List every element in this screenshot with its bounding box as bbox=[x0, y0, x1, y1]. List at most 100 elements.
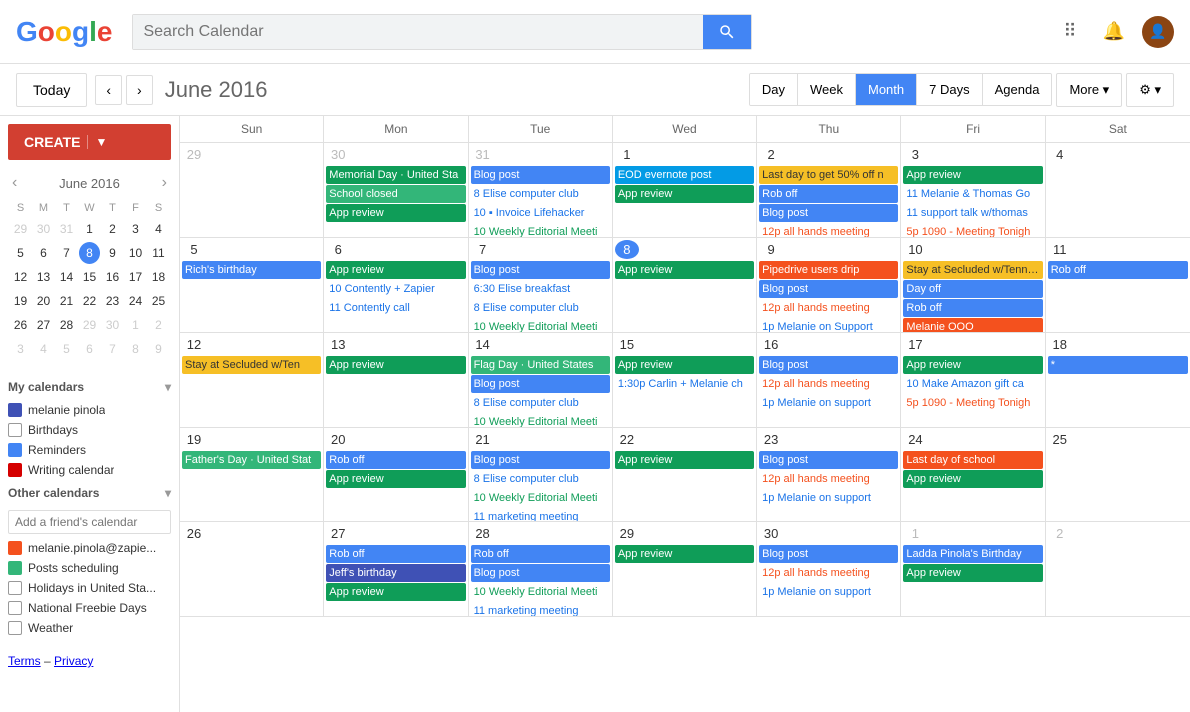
mini-cal-day[interactable]: 2 bbox=[102, 218, 123, 240]
mini-cal-day[interactable]: 25 bbox=[148, 290, 169, 312]
calendar-cell[interactable]: 29 bbox=[180, 143, 324, 238]
day-number[interactable]: 23 bbox=[759, 430, 783, 449]
calendar-event[interactable]: Jeff's birthday bbox=[326, 564, 465, 582]
day-number[interactable]: 24 bbox=[903, 430, 927, 449]
mini-cal-day[interactable]: 1 bbox=[125, 314, 146, 336]
calendar-checkbox[interactable] bbox=[8, 423, 22, 437]
calendar-cell[interactable]: 13App review bbox=[324, 333, 468, 428]
notification-icon[interactable]: 🔔 bbox=[1098, 16, 1130, 48]
mini-cal-day[interactable]: 14 bbox=[56, 266, 77, 288]
view-week[interactable]: Week bbox=[798, 74, 856, 105]
calendar-checkbox[interactable] bbox=[8, 581, 22, 595]
calendar-event[interactable]: Rob off bbox=[326, 545, 465, 563]
calendar-event[interactable]: Last day of school bbox=[903, 451, 1042, 469]
mini-cal-day[interactable]: 3 bbox=[10, 338, 31, 360]
day-number[interactable]: 20 bbox=[326, 430, 350, 449]
calendar-cell[interactable]: 5Rich's birthday bbox=[180, 238, 324, 333]
day-number[interactable]: 1 bbox=[615, 145, 639, 164]
calendar-event[interactable]: 10 Contently + Zapier bbox=[326, 280, 465, 298]
day-number[interactable]: 9 bbox=[759, 240, 783, 259]
calendar-event[interactable]: 8 Elise computer club bbox=[471, 470, 610, 488]
calendar-event[interactable]: Father's Day · United Stat bbox=[182, 451, 321, 469]
calendar-event[interactable]: 1p Melanie on Support bbox=[759, 318, 898, 333]
calendar-cell[interactable]: 26 bbox=[180, 522, 324, 617]
calendar-event[interactable]: Blog post bbox=[759, 545, 898, 563]
mini-cal-day[interactable]: 29 bbox=[10, 218, 31, 240]
calendar-event[interactable]: 10 Weekly Editorial Meeti bbox=[471, 583, 610, 601]
calendar-cell[interactable]: 2 bbox=[1046, 522, 1190, 617]
calendar-cell[interactable]: 2Last day to get 50% off nRob offBlog po… bbox=[757, 143, 901, 238]
calendar-event[interactable]: * bbox=[1048, 356, 1188, 374]
day-number[interactable]: 1 bbox=[903, 524, 927, 543]
calendar-cell[interactable]: 1EOD evernote postApp review bbox=[613, 143, 757, 238]
calendar-event[interactable]: 1p Melanie on support bbox=[759, 394, 898, 412]
mini-cal-day[interactable]: 28 bbox=[56, 314, 77, 336]
calendar-cell[interactable]: 12Stay at Secluded w/Ten bbox=[180, 333, 324, 428]
calendar-cell[interactable]: 18 * bbox=[1046, 333, 1190, 428]
mini-cal-day[interactable]: 9 bbox=[148, 338, 169, 360]
calendar-event[interactable]: Rob off bbox=[326, 451, 465, 469]
calendar-cell[interactable]: 6App review10 Contently + Zapier11 Conte… bbox=[324, 238, 468, 333]
calendar-event[interactable]: 10 ▪ Invoice Lifehacker bbox=[471, 204, 610, 222]
calendar-event[interactable]: 1p Melanie on support bbox=[759, 489, 898, 507]
day-number[interactable]: 17 bbox=[903, 335, 927, 354]
mini-cal-day[interactable]: 4 bbox=[33, 338, 54, 360]
day-number[interactable]: 18 bbox=[1048, 335, 1072, 354]
calendar-event[interactable]: 12p all hands meeting bbox=[759, 299, 898, 317]
calendar-cell[interactable]: 28Rob offBlog post10 Weekly Editorial Me… bbox=[469, 522, 613, 617]
day-number[interactable]: 30 bbox=[759, 524, 783, 543]
day-number[interactable]: 28 bbox=[471, 524, 495, 543]
day-number[interactable]: 4 bbox=[1048, 145, 1072, 164]
calendar-event[interactable]: 11 support talk w/thomas bbox=[903, 204, 1042, 222]
mini-cal-day[interactable]: 19 bbox=[10, 290, 31, 312]
other-calendar-item[interactable]: melanie.pinola@zapie... bbox=[8, 538, 171, 558]
calendar-cell[interactable]: 30Blog post12p all hands meeting1p Melan… bbox=[757, 522, 901, 617]
calendar-cell[interactable]: 24 Last day of schoolApp review bbox=[901, 428, 1045, 523]
calendar-event[interactable]: Blog post bbox=[471, 451, 610, 469]
calendar-cell[interactable]: 14Flag Day · United StatesBlog post8 Eli… bbox=[469, 333, 613, 428]
calendar-event[interactable]: Blog post bbox=[759, 204, 898, 222]
my-calendar-item[interactable]: Writing calendar bbox=[8, 460, 171, 480]
calendar-event[interactable]: Blog post bbox=[471, 261, 610, 279]
calendar-cell[interactable]: 25 bbox=[1046, 428, 1190, 523]
calendar-event[interactable]: Blog post bbox=[471, 564, 610, 582]
calendar-event[interactable]: Blog post bbox=[759, 451, 898, 469]
day-number[interactable]: 2 bbox=[759, 145, 783, 164]
calendar-event[interactable]: App review bbox=[615, 545, 754, 563]
calendar-event[interactable]: 8 Elise computer club bbox=[471, 394, 610, 412]
view-agenda[interactable]: Agenda bbox=[983, 74, 1052, 105]
calendar-event[interactable]: Melanie OOO bbox=[903, 318, 1042, 333]
calendar-event[interactable]: Blog post bbox=[471, 375, 610, 393]
calendar-event[interactable]: Ladda Pinola's Birthday bbox=[903, 545, 1042, 563]
calendar-event[interactable]: 1:30p Carlin + Melanie ch bbox=[615, 375, 754, 393]
day-number[interactable]: 21 bbox=[471, 430, 495, 449]
calendar-event[interactable]: Blog post bbox=[471, 166, 610, 184]
calendar-event[interactable]: EOD evernote post bbox=[615, 166, 754, 184]
other-calendar-item[interactable]: Holidays in United Sta... bbox=[8, 578, 171, 598]
mini-cal-day[interactable]: 10 bbox=[125, 242, 146, 264]
calendar-event[interactable]: 5p 1090 - Meeting Tonigh bbox=[903, 223, 1042, 238]
calendar-event[interactable]: Blog post bbox=[759, 280, 898, 298]
day-number[interactable]: 31 bbox=[471, 145, 495, 164]
calendar-cell[interactable]: 21Blog post8 Elise computer club10 Weekl… bbox=[469, 428, 613, 523]
day-number[interactable]: 7 bbox=[471, 240, 495, 259]
calendar-event[interactable]: Stay at Secluded w/Ten bbox=[182, 356, 321, 374]
calendar-cell[interactable]: 20Rob offApp review bbox=[324, 428, 468, 523]
calendar-event[interactable]: App review bbox=[903, 470, 1042, 488]
calendar-cell[interactable]: 10Stay at Secluded w/Tennis/Koi Pond/Hot… bbox=[901, 238, 1045, 333]
other-calendar-item[interactable]: Posts scheduling bbox=[8, 558, 171, 578]
day-number[interactable]: 15 bbox=[615, 335, 639, 354]
mini-cal-day[interactable]: 23 bbox=[102, 290, 123, 312]
day-number[interactable]: 16 bbox=[759, 335, 783, 354]
mini-cal-day[interactable]: 9 bbox=[102, 242, 123, 264]
mini-cal-day[interactable]: 8 bbox=[79, 242, 100, 264]
calendar-cell[interactable]: 4 bbox=[1046, 143, 1190, 238]
calendar-event[interactable]: 11 Melanie & Thomas Go bbox=[903, 185, 1042, 203]
avatar[interactable]: 👤 bbox=[1142, 16, 1174, 48]
day-number[interactable]: 14 bbox=[471, 335, 495, 354]
calendar-checkbox[interactable] bbox=[8, 621, 22, 635]
calendar-event[interactable]: 10 Weekly Editorial Meeti bbox=[471, 318, 610, 333]
more-button[interactable]: More ▾ bbox=[1056, 73, 1122, 107]
calendar-event[interactable]: Memorial Day · United Sta bbox=[326, 166, 465, 184]
mini-cal-day[interactable]: 4 bbox=[148, 218, 169, 240]
